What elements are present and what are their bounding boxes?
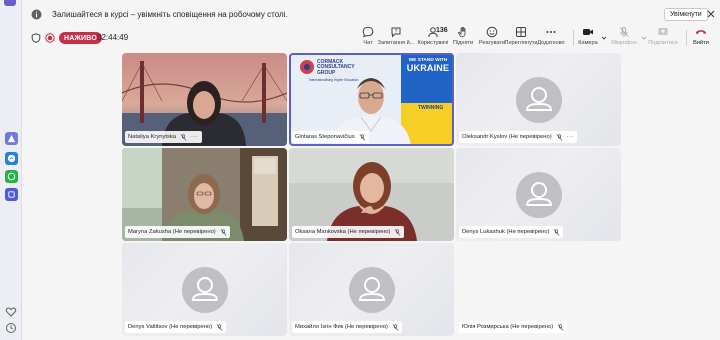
- participant-name-tag: Denys Lukashuk (Не перевірено): [459, 226, 564, 238]
- mic-off-icon: [554, 228, 560, 236]
- participant-name-tag: Юлія Розмирська (Не перевірено): [459, 321, 568, 333]
- qna-button[interactable]: ? Запитання й...: [378, 26, 414, 52]
- leave-button[interactable]: Вийти: [683, 26, 719, 52]
- participant-video-tile[interactable]: Михайло Ізгін Фик (Не перевірено): [289, 243, 454, 336]
- participant-name: Gintaras Steponavičius: [295, 134, 355, 140]
- participant-video-tile[interactable]: Юлія Розмирська (Не перевірено): [456, 243, 621, 336]
- mic-off-icon: [556, 133, 563, 141]
- mic-off-icon: [395, 228, 401, 236]
- more-options-icon[interactable]: ···: [567, 134, 575, 140]
- mic-label: Мікрофон: [611, 40, 637, 46]
- heart-icon[interactable]: [5, 306, 17, 318]
- participant-video-tile[interactable]: Denys Vatlitsov (Не перевірено): [122, 243, 287, 336]
- shield-icon[interactable]: [31, 33, 41, 43]
- camera-label: Камера: [578, 40, 598, 46]
- more-label: Додатково: [537, 40, 565, 46]
- app-sidebar: [0, 0, 22, 340]
- svg-text:?: ?: [395, 29, 398, 35]
- camera-icon: [583, 29, 593, 35]
- participant-name: Denys Lukashuk (Не перевірено): [462, 229, 550, 235]
- info-icon: [31, 9, 42, 20]
- avatar: [182, 267, 228, 313]
- person-icon: [191, 277, 219, 301]
- qna-label: Запитання й...: [377, 40, 415, 46]
- slide-org-logo-text: CORMACK CONSULTANCY GROUP: [317, 59, 355, 76]
- person-icon: [525, 87, 553, 111]
- share-label: Поділитися: [648, 40, 678, 46]
- slide-twinning-logo: TWINNING: [418, 105, 444, 111]
- enable-notifications-button[interactable]: Увімкнути: [664, 8, 708, 21]
- mic-off-icon: [392, 323, 399, 331]
- participant-name: Юлія Розмирська (Не перевірено): [462, 324, 554, 330]
- mic-off-icon: [359, 133, 365, 141]
- slide-ukraine-banner: WE STAND WITH UKRAINE: [406, 58, 450, 73]
- react-label: Реагувати: [478, 40, 506, 46]
- avatar: [349, 267, 395, 313]
- participant-name-tag: Gintaras Steponavičius: [292, 131, 369, 143]
- live-badge: НАЖИВО: [59, 32, 102, 44]
- chat-icon: [362, 26, 374, 38]
- hand-icon: [458, 26, 466, 38]
- banner-message: Залишайтеся в курсі – увімкніть сповіщен…: [52, 10, 288, 19]
- mic-off-icon: [220, 228, 227, 236]
- teams-app-icon[interactable]: [5, 188, 18, 201]
- participant-name-tag: Михайло Ізгін Фик (Не перевірено): [292, 321, 402, 333]
- app-logo-icon[interactable]: [4, 0, 16, 6]
- people-label: Користувачі: [417, 40, 449, 46]
- participant-video-tile[interactable]: Nataliya Krynytska ···: [122, 53, 287, 146]
- participant-name-tag: Oleksandr Kyslov (Не перевірено) ···: [459, 131, 578, 143]
- more-icon: [546, 31, 556, 33]
- avatar: [516, 77, 562, 123]
- participant-name: Nataliya Krynytska: [128, 134, 177, 140]
- mic-off-icon: [557, 323, 564, 331]
- participant-video-tile[interactable]: Maryna Zakusha (Не перевірено): [122, 148, 287, 241]
- participant-name: Oleksandr Kyslov (Не перевірено): [462, 134, 552, 140]
- participant-name: Oksana Mankovska (Не перевірено): [295, 229, 391, 235]
- clock-icon[interactable]: [5, 322, 17, 334]
- participant-name-tag: Oksana Mankovska (Не перевірено): [292, 226, 405, 238]
- meeting-toolbar: НАЖИВО 02:44:49 Чат ? Запитання й... 136…: [22, 24, 720, 52]
- avatar: [516, 172, 562, 218]
- participant-video-tile[interactable]: Oleksandr Kyslov (Не перевірено) ···: [456, 53, 621, 146]
- mic-off-icon: [619, 27, 629, 37]
- participant-name-tag: Denys Vatlitsov (Не перевірено): [125, 321, 227, 333]
- whatsapp-app-icon[interactable]: [5, 170, 18, 183]
- more-button[interactable]: Додатково: [533, 26, 569, 52]
- grid-view-icon: [516, 27, 526, 37]
- person-icon: [358, 277, 386, 301]
- share-screen-icon: [658, 28, 668, 35]
- mic-button[interactable]: Мікрофон: [606, 26, 642, 52]
- participant-name-tag: Nataliya Krynytska ···: [125, 131, 202, 143]
- person-icon: [525, 182, 553, 206]
- leave-label: Вийти: [693, 40, 709, 46]
- share-button[interactable]: Поділитися: [645, 26, 681, 52]
- emoji-icon: [486, 26, 498, 38]
- participant-video-tile[interactable]: Denys Lukashuk (Не перевірено): [456, 148, 621, 241]
- participant-name: Михайло Ізгін Фик (Не перевірено): [295, 324, 388, 330]
- participant-video-tile[interactable]: CORMACK CONSULTANCY GROUP Internationali…: [289, 53, 454, 146]
- participant-name: Maryna Zakusha (Не перевірено): [128, 229, 216, 235]
- close-icon[interactable]: [705, 8, 717, 20]
- meeting-timer: 02:44:49: [97, 33, 129, 42]
- copilot-app-icon[interactable]: [5, 132, 18, 145]
- chat-label: Чат: [363, 40, 373, 46]
- participant-name-tag: Maryna Zakusha (Не перевірено): [125, 226, 230, 238]
- notification-banner: Залишайтеся в курсі – увімкніть сповіщен…: [22, 6, 720, 24]
- more-options-icon[interactable]: ···: [191, 134, 199, 140]
- raise-label: Підняти: [452, 40, 474, 46]
- slide-org-subtitle: Internationalising Higher Education: [309, 78, 359, 82]
- mic-off-icon: [216, 323, 223, 331]
- mic-off-icon: [180, 133, 187, 141]
- hang-up-icon: [696, 30, 706, 34]
- participant-video-tile[interactable]: Oksana Mankovska (Не перевірено): [289, 148, 454, 241]
- recording-icon[interactable]: [45, 33, 55, 43]
- participant-name: Denys Vatlitsov (Не перевірено): [128, 324, 213, 330]
- messenger-app-icon[interactable]: [5, 152, 18, 165]
- qna-icon: ?: [391, 27, 401, 38]
